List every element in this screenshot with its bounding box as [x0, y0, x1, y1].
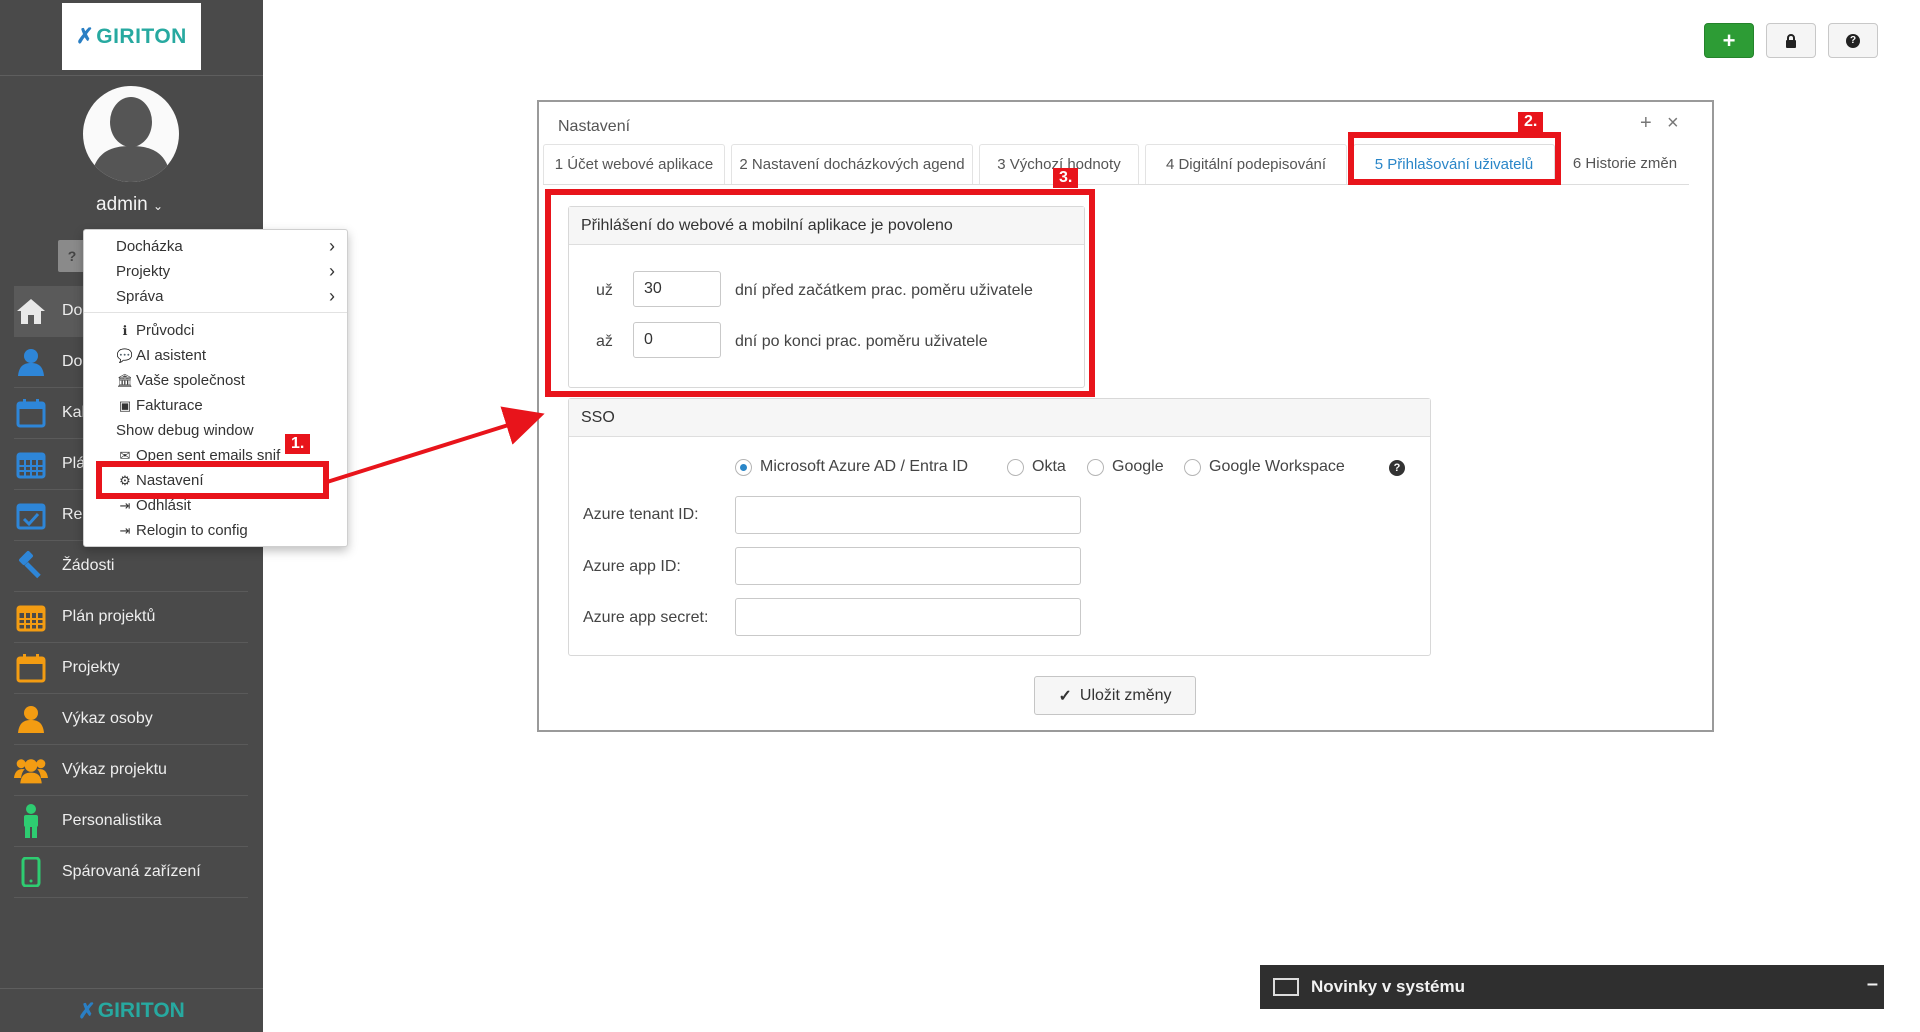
- annotation-badge-1: 1.: [285, 434, 311, 454]
- annotation-badge-2: 2.: [1518, 112, 1544, 132]
- annotation-box-login-tab: [1348, 132, 1561, 185]
- annotation-badge-3: 3.: [1053, 168, 1079, 188]
- annotation-box-login-panel: [545, 189, 1095, 397]
- annotation-box-settings-menu: [96, 461, 329, 499]
- annotation-arrow: [326, 406, 545, 484]
